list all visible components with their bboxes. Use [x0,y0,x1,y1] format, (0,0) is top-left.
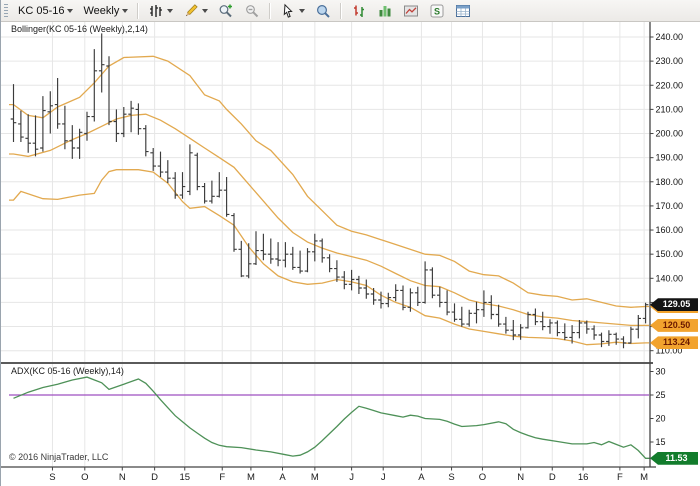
toolbar-drag-handle[interactable] [4,4,8,18]
time-axis-label: M [247,472,255,483]
data-grid-icon [455,3,471,19]
data-grid-button[interactable] [451,2,475,20]
adx-axis-labels: 30 25 20 15 [650,367,666,448]
instrument-selector[interactable]: KC 05-16 [14,2,77,20]
crosshair-icon [315,3,331,19]
time-axis-label: D [151,472,158,483]
time-axis-label: F [219,472,225,483]
time-axis-label: O [479,472,486,483]
axes [1,22,656,467]
time-axis-label: J [349,472,354,483]
time-axis-label: J [381,472,386,483]
strategies-icon: S [429,3,445,19]
zoom-out-button[interactable] [240,2,264,20]
price-axis-label: 190.00 [656,153,684,163]
adx-axis-label: 30 [656,367,666,377]
strategies-button[interactable]: S [425,2,449,20]
bollinger-indicator-label: Bollinger(KC 05-16 (Weekly),2,14) [11,24,148,34]
zoom-out-icon [244,3,260,19]
adx-axis-label: 25 [656,390,666,400]
time-axis-label: O [81,472,88,483]
time-axis-labels: S O N D 15 F M A M J J A S O N D 16 F M [49,467,648,483]
time-axis-label: A [418,472,425,483]
price-axis-label: 180.00 [656,177,684,187]
bollinger-band-marker: 120.50 [650,319,698,332]
chart-snapshot-icon [403,3,419,19]
instrument-label: KC 05-16 [18,5,64,17]
bar-type-icon [351,3,367,19]
indicators-button[interactable] [373,2,397,20]
time-axis-label: A [279,472,286,483]
drawing-tools-button[interactable] [179,2,212,20]
time-axis-label: N [517,472,524,483]
zoom-in-icon [218,3,234,19]
crosshair-button[interactable] [311,2,335,20]
time-axis-label: M [640,472,648,483]
time-axis-label: 16 [578,472,589,483]
price-axis-label: 200.00 [656,129,684,139]
chevron-down-icon [67,9,73,13]
interval-label: Weekly [83,5,119,17]
gridlines [1,22,650,466]
price-axis-label: 210.00 [656,104,684,114]
interval-selector[interactable]: Weekly [79,2,132,20]
adx-axis-label: 20 [656,414,666,424]
toolbar-separator [269,3,271,19]
svg-text:S: S [434,6,440,16]
toolbar-separator [137,3,139,19]
price-axis-label: 230.00 [656,56,684,66]
indicators-icon [377,3,393,19]
pencil-icon [183,3,199,19]
time-axis-label: M [311,472,319,483]
adx-panel [9,377,650,458]
cursor-icon [280,3,296,19]
bollinger-band-marker: 113.24 [650,336,698,349]
time-axis-label: 15 [179,472,190,483]
price-axis-label: 160.00 [656,225,684,235]
chart-area: 240.00 230.00 220.00 210.00 200.00 190.00 180.… [1,22,700,486]
bar-type-button[interactable] [347,2,371,20]
time-axis-label: N [119,472,126,483]
bollinger-bands [9,56,649,344]
chart-canvas[interactable]: 240.00 230.00 220.00 210.00 200.00 190.00 180.… [1,22,700,486]
price-axis-label: 220.00 [656,80,684,90]
bollinger-middle-band [9,114,649,325]
price-axis-label: 140.00 [656,273,684,283]
chart-style-icon [148,3,164,19]
adx-value-marker: 11.53 [650,452,698,465]
chevron-down-icon [122,9,128,13]
pointer-tool-button[interactable] [276,2,309,20]
chart-snapshot-button[interactable] [399,2,423,20]
price-axis-label: 150.00 [656,249,684,259]
adx-line [14,377,651,458]
time-axis-label: S [448,472,454,483]
zoom-in-button[interactable] [214,2,238,20]
chart-style-button[interactable] [144,2,177,20]
chevron-down-icon [299,9,305,13]
copyright-text: © 2016 NinjaTrader, LLC [9,452,108,462]
chevron-down-icon [167,9,173,13]
chevron-down-icon [202,9,208,13]
toolbar-separator [340,3,342,19]
chart-toolbar: KC 05-16 Weekly [1,0,700,22]
adx-indicator-label: ADX(KC 05-16 (Weekly),14) [11,366,124,376]
bollinger-lower-band [9,170,649,345]
time-axis-label: S [49,472,55,483]
last-price-marker: 129.05 [650,298,698,311]
time-axis-label: D [549,472,556,483]
price-axis-label: 170.00 [656,201,684,211]
adx-axis-label: 15 [656,437,666,447]
price-axis-label: 240.00 [656,32,684,42]
time-axis-label: F [617,472,623,483]
